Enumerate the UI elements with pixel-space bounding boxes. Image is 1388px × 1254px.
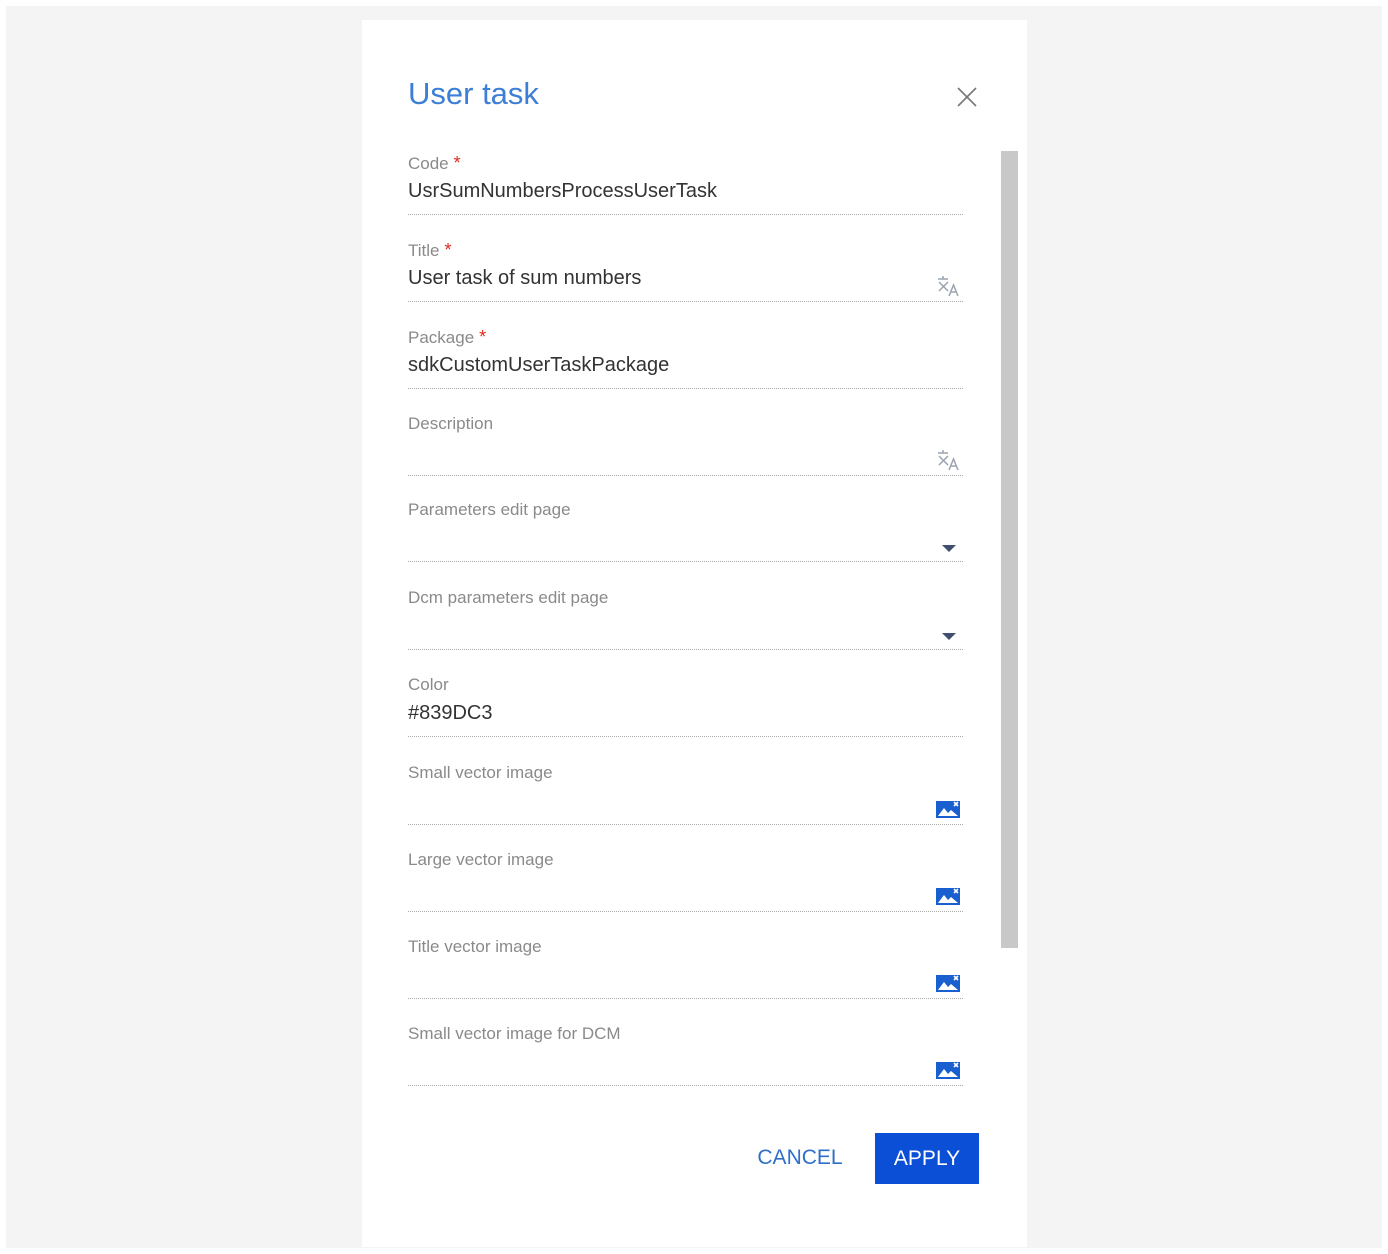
code-value: UsrSumNumbersProcessUserTask — [408, 180, 717, 202]
translate-icon[interactable] — [935, 274, 961, 298]
code-label: Code * — [408, 153, 461, 173]
required-mark: * — [444, 240, 452, 260]
small-vector-image-field[interactable]: Small vector image — [408, 763, 963, 825]
small-vector-image-dcm-field[interactable]: Small vector image for DCM — [408, 1024, 963, 1086]
cancel-button[interactable]: CANCEL — [754, 1133, 846, 1183]
image-upload-icon[interactable] — [935, 1058, 961, 1082]
close-icon[interactable] — [956, 86, 978, 108]
parameters-edit-page-label: Parameters edit page — [408, 500, 571, 519]
title-label: Title * — [408, 240, 452, 260]
color-field[interactable]: Color #839DC3 — [408, 675, 963, 737]
apply-button[interactable]: APPLY — [875, 1133, 979, 1184]
parameters-edit-page-field[interactable]: Parameters edit page — [408, 500, 963, 562]
required-mark: * — [479, 327, 487, 347]
package-value: sdkCustomUserTaskPackage — [408, 354, 670, 376]
dcm-parameters-edit-page-label: Dcm parameters edit page — [408, 588, 609, 607]
image-upload-icon[interactable] — [935, 884, 961, 908]
package-field[interactable]: Package * sdkCustomUserTaskPackage — [408, 327, 963, 389]
title-field[interactable]: Title * User task of sum numbers — [408, 240, 963, 302]
color-label: Color — [408, 675, 449, 694]
package-label: Package * — [408, 327, 487, 347]
dropdown-arrow-icon[interactable] — [941, 628, 957, 640]
dialog-title: User task — [408, 76, 539, 111]
dropdown-arrow-icon[interactable] — [941, 540, 957, 552]
dcm-parameters-edit-page-field[interactable]: Dcm parameters edit page — [408, 588, 963, 650]
color-value: #839DC3 — [408, 702, 493, 724]
scrollbar-thumb[interactable] — [1001, 151, 1018, 948]
image-upload-icon[interactable] — [935, 797, 961, 821]
title-vector-image-label: Title vector image — [408, 937, 542, 956]
code-field[interactable]: Code * UsrSumNumbersProcessUserTask — [408, 153, 963, 215]
required-mark: * — [453, 153, 461, 173]
user-task-dialog: User task Code * UsrSumNumbersProcessUser… — [362, 20, 1027, 1247]
large-vector-image-field[interactable]: Large vector image — [408, 850, 963, 912]
title-value: User task of sum numbers — [408, 267, 642, 289]
large-vector-image-label: Large vector image — [408, 850, 554, 869]
translate-icon[interactable] — [935, 448, 961, 472]
description-field[interactable]: Description — [408, 414, 963, 476]
image-upload-icon[interactable] — [935, 971, 961, 995]
small-vector-image-label: Small vector image — [408, 763, 553, 782]
description-label: Description — [408, 414, 494, 433]
small-vector-image-dcm-label: Small vector image for DCM — [408, 1024, 621, 1043]
title-vector-image-field[interactable]: Title vector image — [408, 937, 963, 999]
